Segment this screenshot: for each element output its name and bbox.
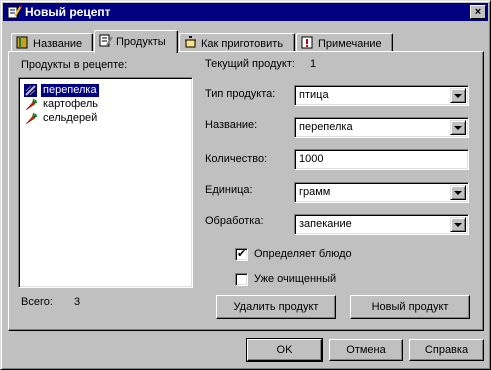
tab-name[interactable]: Название [11,33,93,52]
products-list[interactable]: перепелка картофель сельдерей [18,77,193,288]
name-label: Название: [205,119,258,131]
title-bar[interactable]: Новый рецепт × [3,3,488,21]
notepad-icon [99,34,113,47]
total-label: Всего: [21,296,53,308]
tab-products[interactable]: Продукты [94,30,178,53]
product-type-select[interactable]: птица [294,85,469,106]
list-item-label: картофель [43,98,99,110]
book-icon [16,36,28,49]
delete-product-button[interactable]: Удалить продукт [216,295,336,319]
quantity-field[interactable]: 1000 [294,149,469,170]
defines-dish-checkbox[interactable]: ✔ [235,248,248,261]
bird-icon [24,84,37,97]
processing-value: запекание [299,218,352,230]
window-title: Новый рецепт [25,5,111,19]
products-in-recipe-label: Продукты в рецепте: [21,59,128,71]
processing-label: Обработка: [205,215,264,227]
unit-label: Единица: [205,184,253,196]
recipe-app-icon [7,5,22,19]
list-item-label: сельдерей [43,112,98,124]
chevron-down-icon[interactable] [450,185,466,200]
name-value: перепелка [299,121,353,133]
unit-value: грамм [299,186,331,198]
ok-button[interactable]: OK [246,338,323,362]
tab-how-to-cook[interactable]: Как приготовить [179,33,295,52]
chevron-down-icon[interactable] [450,88,466,103]
chevron-down-icon[interactable] [450,217,466,232]
close-button[interactable]: × [470,5,486,19]
defines-dish-label: Определяет блюдо [254,248,352,260]
total-value: 3 [74,296,81,308]
tab-name-label: Название [33,38,83,50]
new-recipe-dialog: Новый рецепт × Название Продукты Как при… [0,0,491,370]
current-product-label: Текущий продукт: [205,58,295,70]
tab-note[interactable]: Примечание [296,33,393,52]
name-select[interactable]: перепелка [294,117,469,138]
current-product-value: 1 [310,58,317,70]
already-peeled-label: Уже очищенный [254,273,337,285]
list-item-label: перепелка [40,83,100,98]
close-icon: × [474,6,482,18]
new-product-button[interactable]: Новый продукт [350,295,470,319]
unit-select[interactable]: грамм [294,182,469,203]
chevron-down-icon[interactable] [450,120,466,135]
pot-icon [185,36,196,48]
product-type-label: Тип продукта: [205,88,276,100]
checkmark-icon: ✔ [237,248,247,260]
cancel-button[interactable]: Отмена [329,339,403,361]
quantity-value: 1000 [299,153,324,165]
carrot-icon [25,112,37,125]
quantity-label: Количество: [205,153,268,165]
carrot-icon [25,98,37,111]
exclamation-icon [301,36,313,49]
tab-products-label: Продукты [116,36,166,48]
tab-how-to-cook-label: Как приготовить [201,38,284,50]
help-button[interactable]: Справка [409,339,484,361]
processing-select[interactable]: запекание [294,214,469,235]
already-peeled-checkbox[interactable] [235,273,248,286]
tab-note-label: Примечание [318,38,382,50]
product-type-value: птица [299,89,329,101]
